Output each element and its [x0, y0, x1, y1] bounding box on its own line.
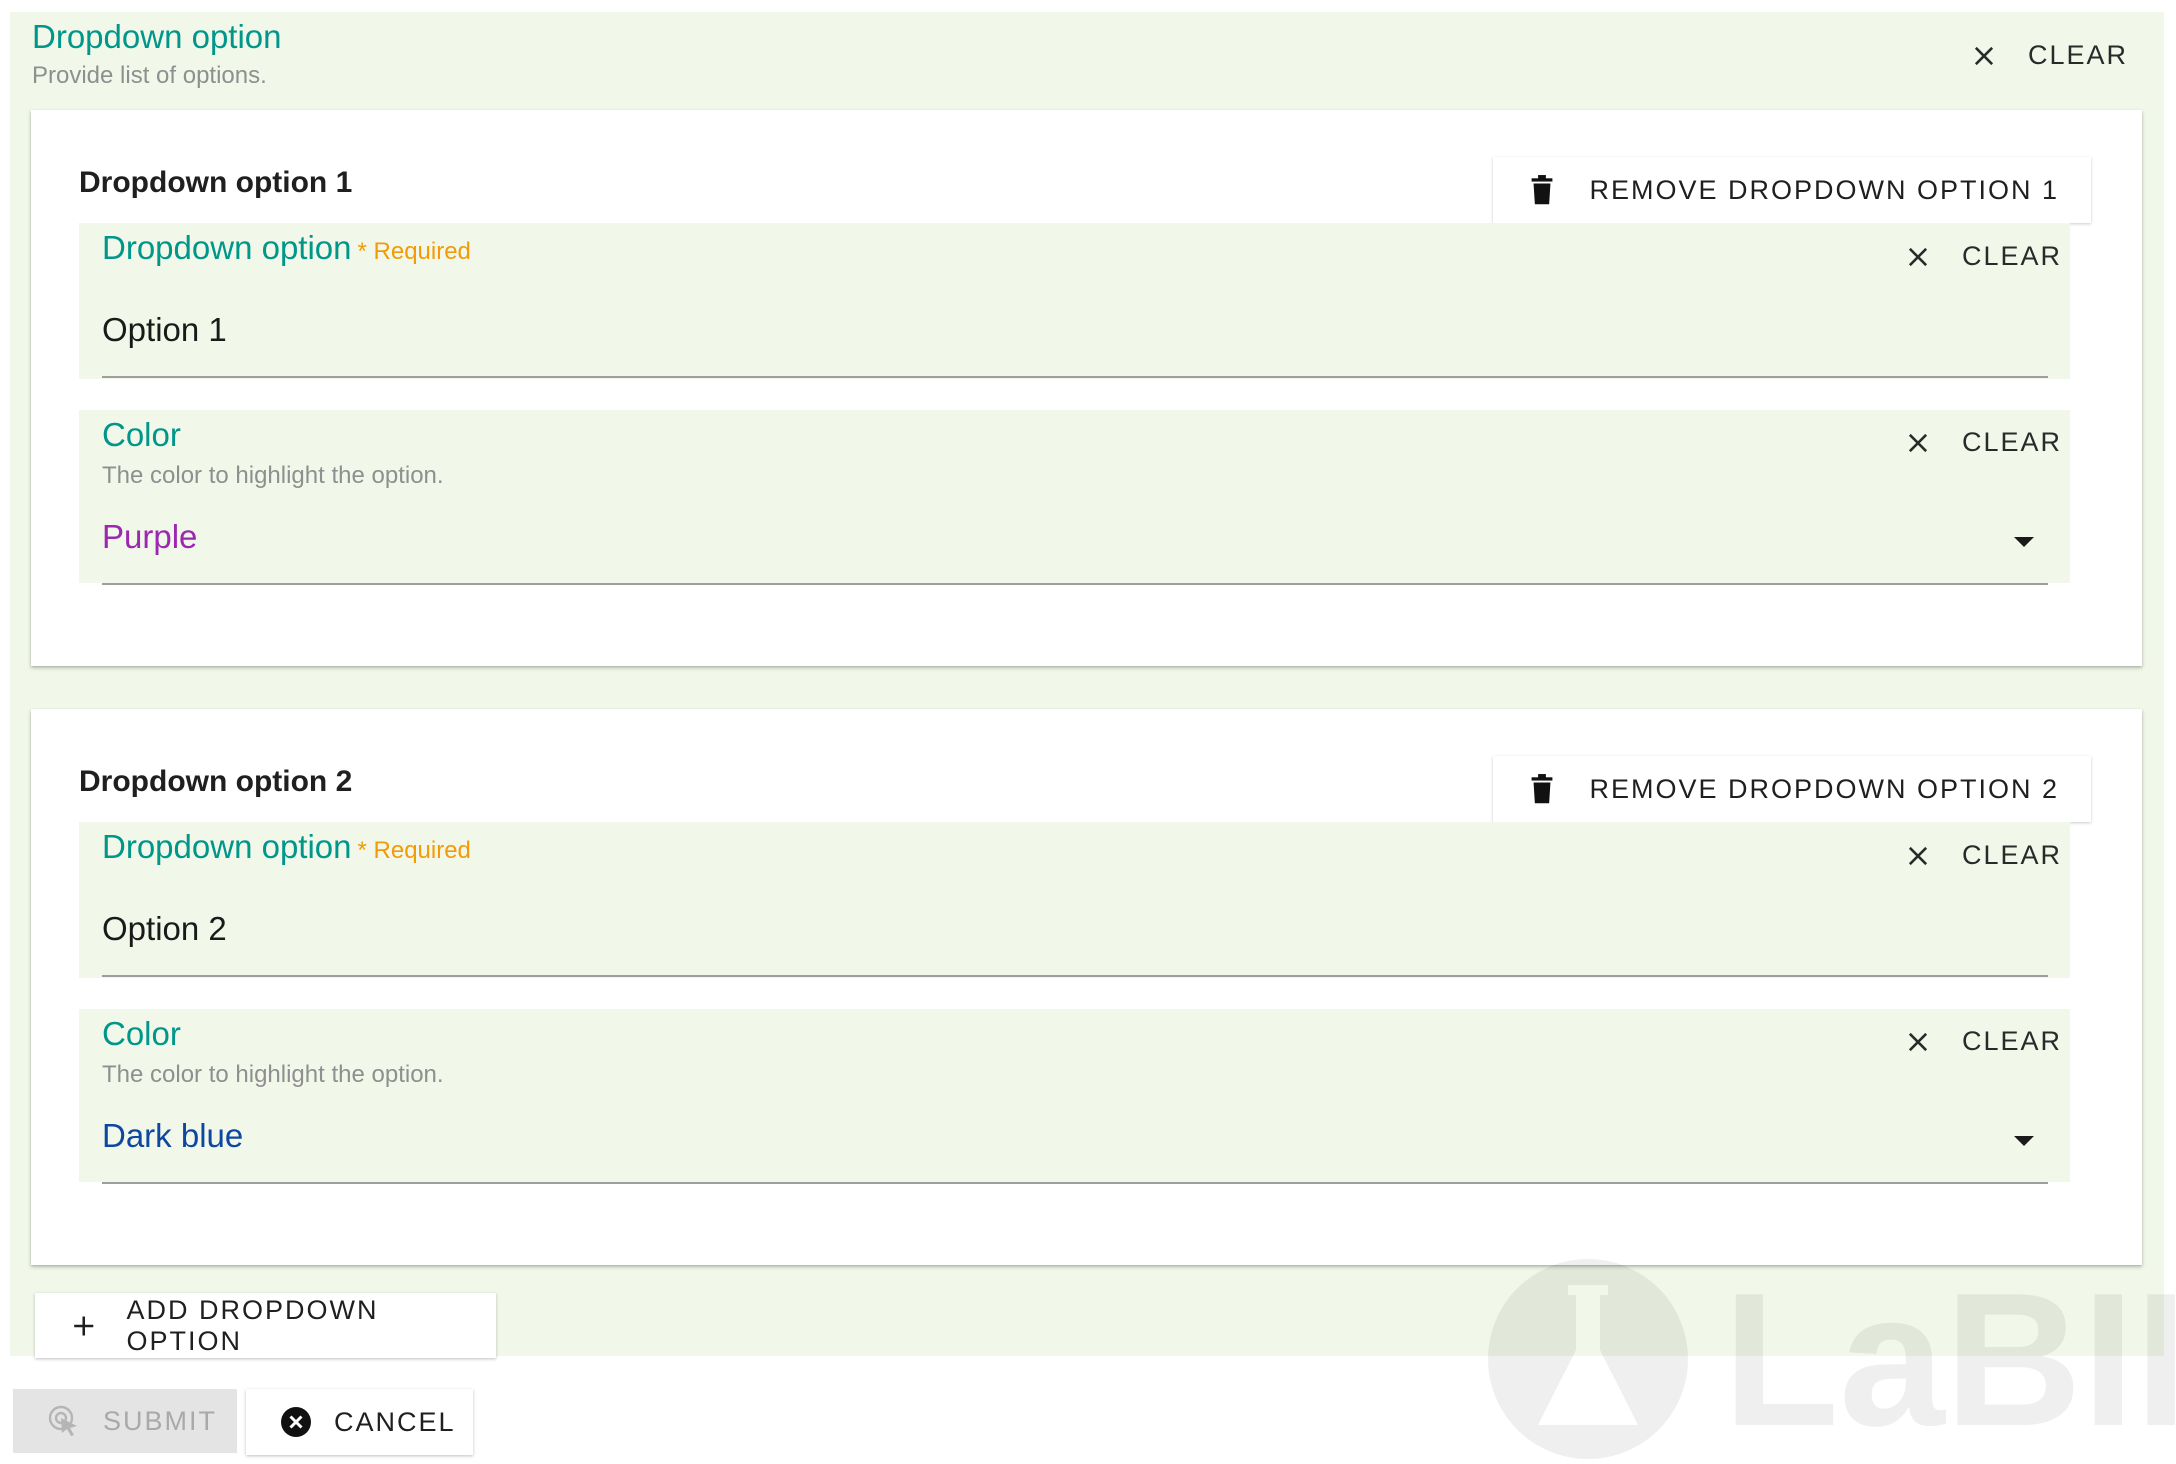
dropdown-option-input[interactable]: Option 1	[102, 311, 227, 349]
section-clear-button[interactable]: CLEAR	[1970, 40, 2128, 71]
remove-option-2-button[interactable]: REMOVE DROPDOWN OPTION 2	[1493, 756, 2091, 822]
color-help-text: The color to highlight the option.	[102, 462, 444, 489]
close-icon	[1908, 433, 1928, 452]
color-select[interactable]: Purple	[102, 518, 197, 556]
select-underline	[102, 583, 2048, 585]
touch-app-icon	[48, 1405, 77, 1436]
option-card-title: Dropdown option 1	[79, 166, 353, 199]
remove-option-label: REMOVE DROPDOWN OPTION 1	[1589, 174, 2059, 205]
chevron-down-icon[interactable]	[2014, 537, 2034, 547]
dropdown-option-field: Dropdown option * Required CLEAR Option 1	[79, 223, 2070, 379]
option-card-title: Dropdown option 2	[79, 765, 353, 798]
close-icon	[1908, 1032, 1928, 1051]
submit-button[interactable]: SUBMIT	[13, 1389, 237, 1453]
remove-option-label: REMOVE DROPDOWN OPTION 2	[1589, 773, 2059, 804]
option-card-2: Dropdown option 2 REMOVE DROPDOWN OPTION…	[31, 709, 2142, 1265]
trash-icon	[1532, 774, 1553, 804]
chevron-down-icon[interactable]	[2014, 1136, 2034, 1146]
dropdown-option-label: Dropdown option	[102, 828, 352, 865]
color-label: Color	[102, 416, 181, 453]
select-underline	[102, 1182, 2048, 1184]
close-icon	[1974, 46, 1994, 65]
required-marker: * Required	[357, 238, 471, 265]
input-underline	[102, 975, 2048, 977]
close-icon	[1908, 846, 1928, 865]
close-icon	[1908, 247, 1928, 266]
watermark-text: LaBII	[1723, 1255, 2176, 1464]
clear-label: CLEAR	[1962, 1026, 2063, 1056]
dropdown-options-section: Dropdown option Provide list of options.…	[10, 12, 2164, 1356]
dropdown-option-field: Dropdown option * Required CLEAR Option 2	[79, 822, 2070, 978]
dropdown-option-clear-button[interactable]: CLEAR	[1904, 241, 2062, 272]
trash-icon	[1532, 175, 1553, 205]
section-clear-label: CLEAR	[2028, 40, 2129, 70]
section-subtitle: Provide list of options.	[32, 62, 267, 89]
color-field: Color The color to highlight the option.…	[79, 1009, 2070, 1184]
color-help-text: The color to highlight the option.	[102, 1061, 444, 1088]
field-label-wrap: Dropdown option * Required	[102, 229, 471, 267]
clear-label: CLEAR	[1962, 241, 2063, 271]
color-clear-button[interactable]: CLEAR	[1904, 427, 2062, 458]
input-underline	[102, 376, 2048, 378]
add-dropdown-option-button[interactable]: ADD DROPDOWN OPTION	[35, 1293, 496, 1358]
cancel-circle-icon	[281, 1407, 311, 1437]
labii-logo-watermark: LaBII	[1488, 1255, 2176, 1464]
dropdown-option-clear-button[interactable]: CLEAR	[1904, 840, 2062, 871]
color-field: Color The color to highlight the option.…	[79, 410, 2070, 585]
color-clear-button[interactable]: CLEAR	[1904, 1026, 2062, 1057]
dropdown-option-input[interactable]: Option 2	[102, 910, 227, 948]
color-select[interactable]: Dark blue	[102, 1117, 243, 1155]
remove-option-1-button[interactable]: REMOVE DROPDOWN OPTION 1	[1493, 157, 2091, 223]
required-marker: * Required	[357, 837, 471, 864]
cancel-label: CANCEL	[334, 1406, 456, 1437]
clear-label: CLEAR	[1962, 427, 2063, 457]
section-title: Dropdown option	[32, 18, 282, 55]
dropdown-option-label: Dropdown option	[102, 229, 352, 266]
field-label-wrap: Dropdown option * Required	[102, 828, 471, 866]
plus-icon	[74, 1315, 94, 1336]
cancel-button[interactable]: CANCEL	[246, 1389, 473, 1455]
add-option-label: ADD DROPDOWN OPTION	[126, 1294, 379, 1356]
color-label: Color	[102, 1015, 181, 1052]
submit-label: SUBMIT	[103, 1405, 218, 1436]
option-card-1: Dropdown option 1 REMOVE DROPDOWN OPTION…	[31, 110, 2142, 666]
clear-label: CLEAR	[1962, 840, 2063, 870]
